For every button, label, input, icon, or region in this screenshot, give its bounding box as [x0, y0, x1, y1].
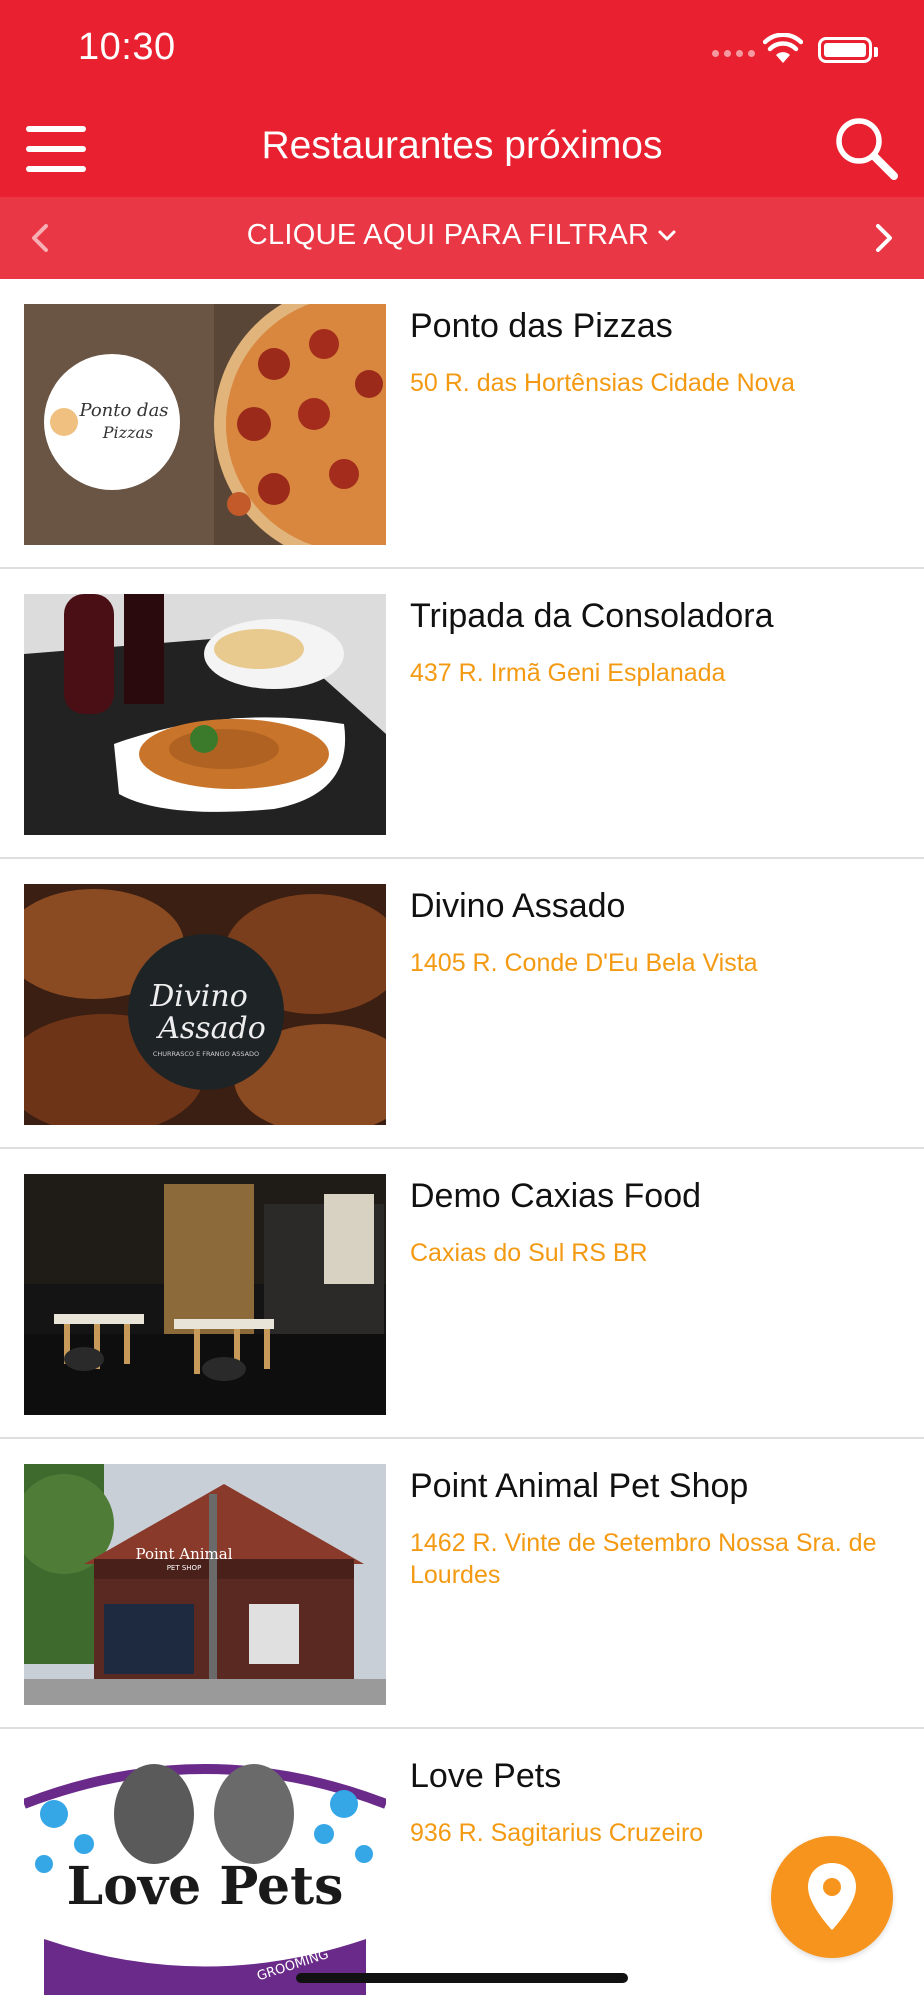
divino-logo-text: Divino	[149, 979, 248, 1014]
restaurant-list: Ponto das Pizzas Ponto das Pizzas 50 R. …	[0, 279, 924, 2000]
battery-icon	[818, 37, 878, 63]
restaurant-name: Demo Caxias Food	[410, 1177, 702, 1215]
chevron-down-icon	[658, 230, 676, 241]
restaurant-item[interactable]: Divino Assado CHURRASCO E FRANGO ASSADO …	[0, 859, 924, 1149]
restaurant-name: Divino Assado	[410, 887, 626, 925]
filter-label: CLIQUE AQUI PARA FILTRAR	[246, 219, 650, 251]
map-pin-icon	[808, 1863, 856, 1930]
filter-button[interactable]: CLIQUE AQUI PARA FILTRAR	[0, 219, 924, 252]
restaurant-item[interactable]: Tripada da Consoladora 437 R. Irmã Geni …	[0, 569, 924, 859]
chevron-right-icon[interactable]	[866, 216, 902, 260]
lovepets-logo-text: Love Pets	[67, 1856, 344, 1917]
restaurant-photo: Ponto das Pizzas	[24, 304, 386, 545]
restaurant-address: 1462 R. Vinte de Setembro Nossa Sra. de …	[410, 1529, 877, 1589]
restaurant-photo	[24, 1174, 386, 1415]
wifi-icon	[763, 33, 803, 63]
restaurant-name: Point Animal Pet Shop	[410, 1467, 749, 1505]
home-indicator[interactable]	[296, 1973, 628, 1983]
restaurant-photo: Point Animal PET SHOP	[24, 1464, 386, 1705]
page-title: Restaurantes próximos	[261, 124, 663, 167]
pizza-logo-text: Ponto das	[78, 400, 168, 421]
navigation-bar: Restaurantes próximos	[0, 100, 924, 197]
map-button[interactable]	[771, 1836, 893, 1958]
restaurant-name: Ponto das Pizzas	[410, 307, 673, 345]
restaurant-address: 1405 R. Conde D'Eu Bela Vista	[410, 949, 758, 977]
restaurant-photo	[24, 594, 386, 835]
app-header: 10:30 Restaurantes próximos	[0, 0, 924, 197]
restaurant-address: 437 R. Irmã Geni Esplanada	[410, 659, 726, 687]
status-time: 10:30	[78, 26, 176, 68]
restaurant-name: Love Pets	[410, 1757, 562, 1795]
cellular-signal-icon	[712, 50, 755, 57]
restaurant-item[interactable]: Point Animal PET SHOP Point Animal Pet S…	[0, 1439, 924, 1729]
petshop-sign-text: Point Animal	[135, 1545, 232, 1563]
pizza-logo-text: Pizzas	[102, 423, 154, 442]
divino-logo-text: CHURRASCO E FRANGO ASSADO	[153, 1050, 259, 1058]
restaurant-item[interactable]: Demo Caxias Food Caxias do Sul RS BR	[0, 1149, 924, 1439]
restaurant-name: Tripada da Consoladora	[410, 597, 774, 635]
divino-logo-text: Assado	[155, 1011, 266, 1046]
filter-bar: CLIQUE AQUI PARA FILTRAR	[0, 197, 924, 279]
petshop-sign-text: PET SHOP	[167, 1564, 202, 1572]
restaurant-address: Caxias do Sul RS BR	[410, 1239, 648, 1267]
search-icon[interactable]	[832, 114, 900, 182]
status-bar: 10:30	[0, 0, 924, 100]
restaurant-item[interactable]: Ponto das Pizzas Ponto das Pizzas 50 R. …	[0, 279, 924, 569]
restaurant-photo: Love Pets GROOMING	[24, 1754, 386, 1995]
restaurant-photo: Divino Assado CHURRASCO E FRANGO ASSADO	[24, 884, 386, 1125]
restaurant-address: 50 R. das Hortênsias Cidade Nova	[410, 369, 795, 397]
